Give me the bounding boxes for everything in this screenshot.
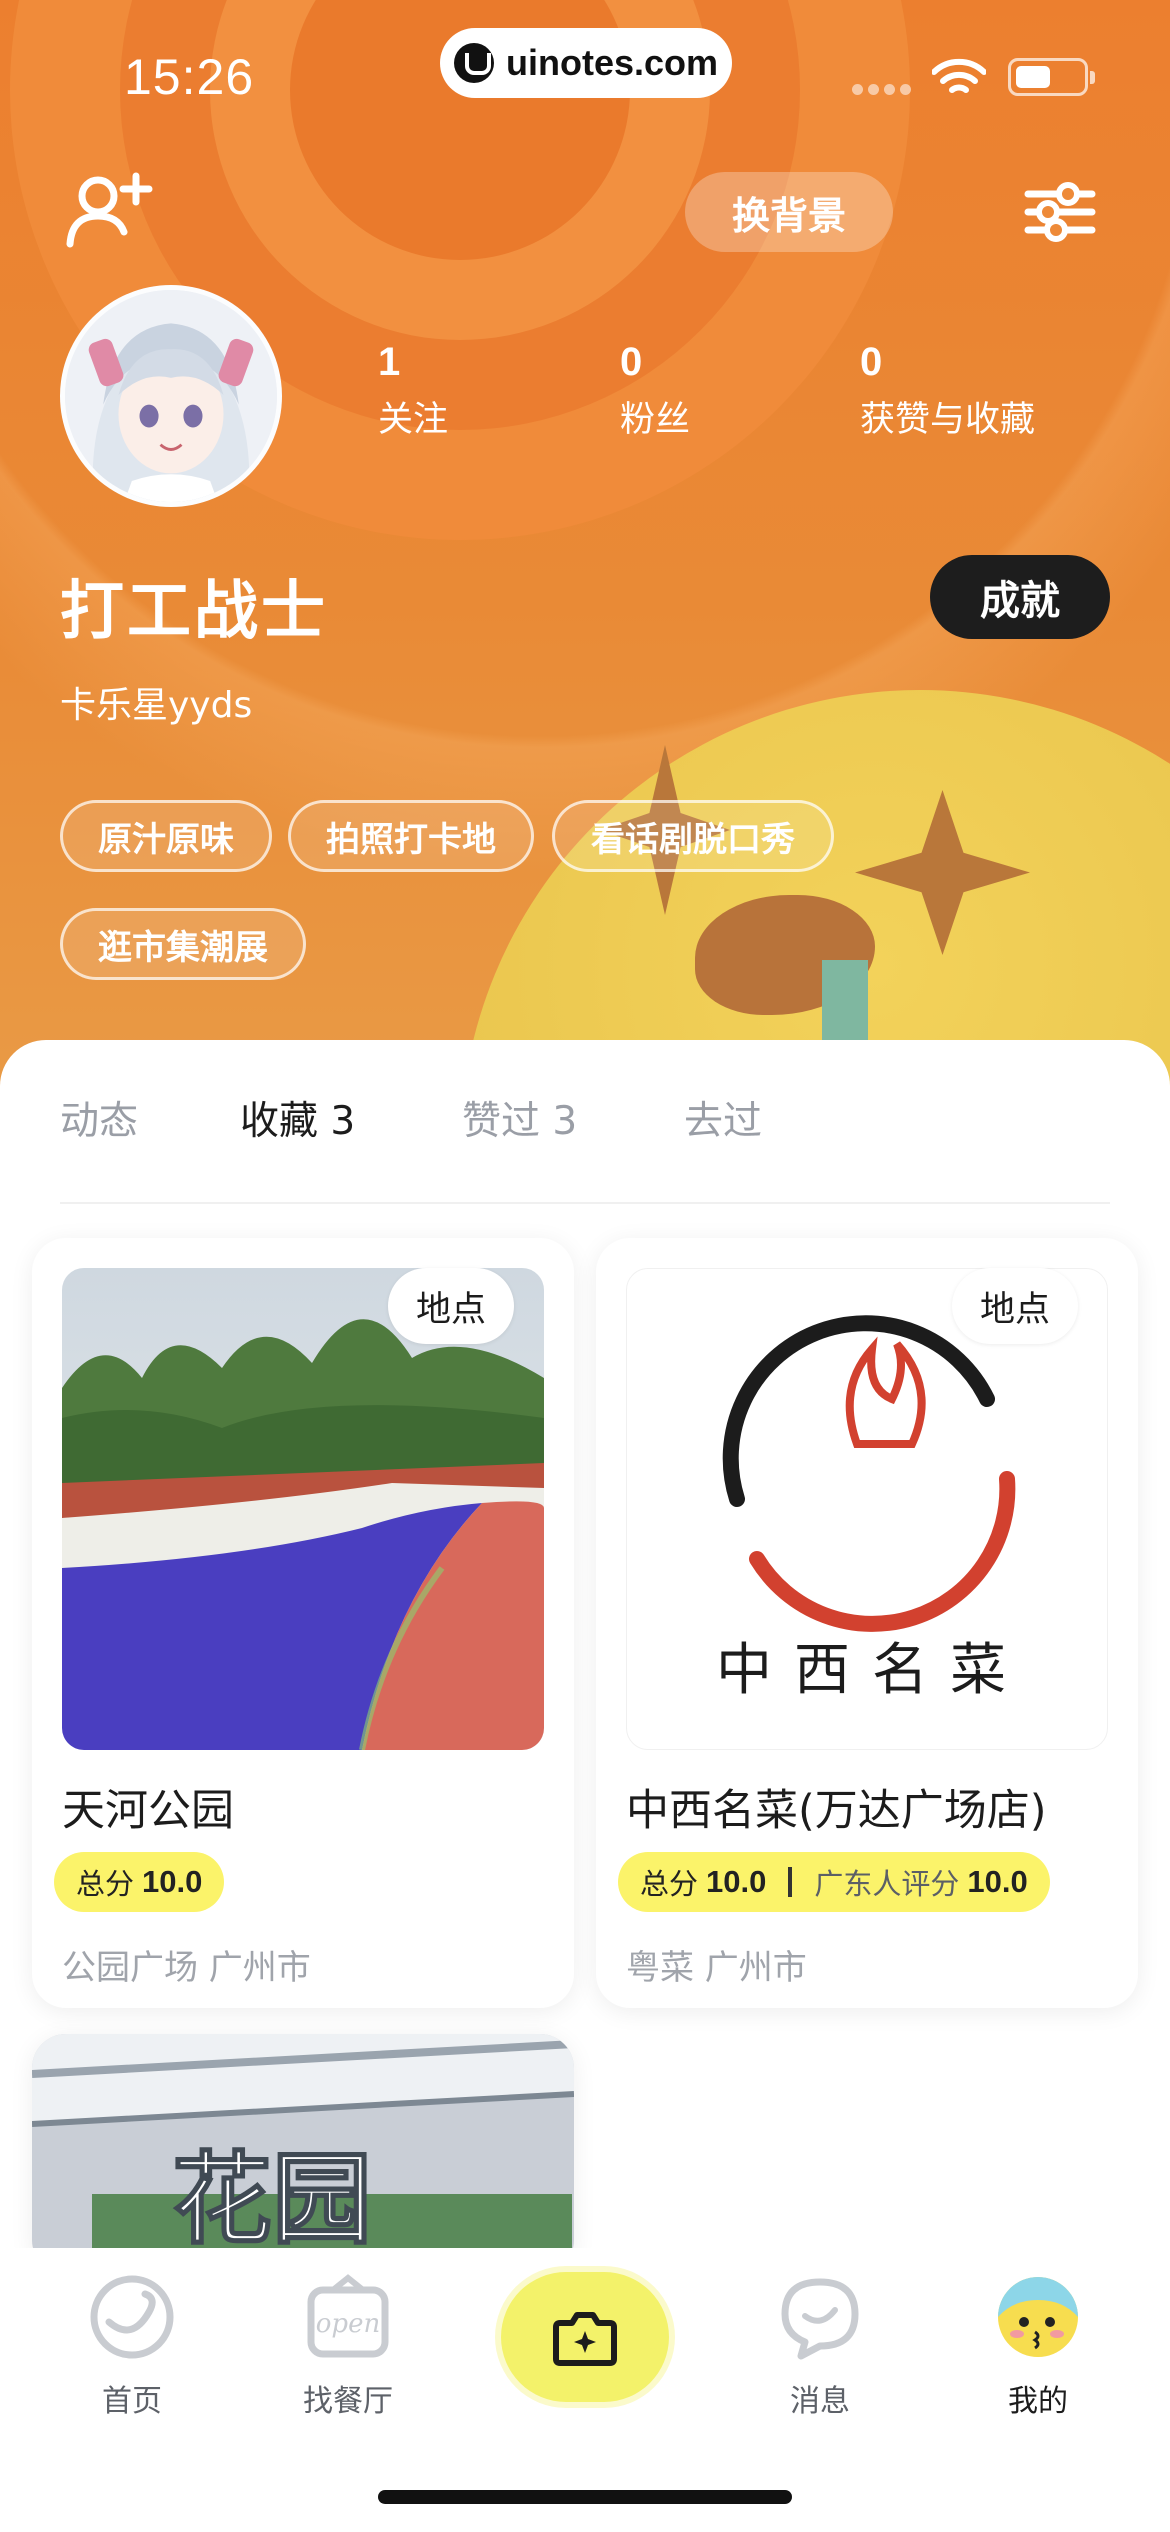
cellular-signal-icon [852,84,912,96]
interest-tag[interactable]: 逛市集潮展 [60,908,306,980]
location-badge: 地点 [952,1268,1078,1344]
stat-label: 获赞与收藏 [860,400,1036,440]
anime-girl-avatar-image [65,290,277,502]
nav-label: 消息 [790,2384,850,2419]
interest-tag[interactable]: 拍照打卡地 [288,800,534,872]
score-value: 10.0 [142,1864,203,1899]
uinotes-logo-icon [453,43,494,83]
battery-icon [1008,58,1095,96]
url-pill: uinotes.com [440,28,732,98]
nav-messages[interactable]: 消息 [750,2272,890,2420]
sign-text: 花园 [172,2141,372,2258]
profile-tabs: 动态 收藏 3 赞过 3 去过 [0,1090,1170,1150]
interest-tag[interactable]: 看话剧脱口秀 [552,800,834,872]
nav-label: 首页 [102,2384,162,2419]
stat-label: 粉丝 [620,400,691,440]
divider [60,1202,1110,1204]
stat-label: 关注 [378,400,449,440]
achievements-button[interactable]: 成就 [930,555,1110,639]
garden-sign-image: 花园 [32,2034,574,2274]
logo-caption: 中西名菜 [716,1638,1028,1703]
status-time: 15:26 [124,49,255,105]
score-separator [788,1867,793,1897]
stat-count: 0 [860,340,883,384]
interest-tag[interactable]: 原汁原味 [60,800,272,872]
local-score-value: 10.0 [967,1864,1028,1899]
place-name: 中西名菜(万达广场店) [626,1786,1047,1836]
nickname: 打工战士 [60,575,328,649]
camera-icon [553,2312,617,2366]
place-meta: 粤菜 广州市 [626,1948,807,1988]
svg-text:open: open [316,2309,380,2339]
wifi-icon [932,58,986,93]
url-text: uinotes.com [505,42,719,83]
score-badge: 总分 10.0 广东人评分 10.0 [618,1852,1050,1912]
nav-label: 找餐厅 [303,2384,393,2419]
tab-favorites[interactable]: 收藏 3 [240,1090,355,1146]
score-label: 总分 [76,1867,135,1901]
tab-posts[interactable]: 动态 [60,1090,138,1146]
profile-emoji-icon [998,2277,1078,2357]
camera-post-button[interactable] [501,2272,669,2402]
avatar[interactable] [60,285,282,507]
settings-sliders-icon[interactable] [1024,180,1096,244]
tab-liked[interactable]: 赞过 3 [462,1090,577,1146]
nav-home[interactable]: 首页 [62,2272,202,2420]
place-meta: 公园广场 广州市 [62,1948,311,1988]
home-indicator [378,2490,792,2504]
change-background-button[interactable]: 换背景 [685,172,893,252]
bio: 卡乐星yyds [60,685,253,726]
score-value: 10.0 [706,1864,767,1899]
stat-count: 0 [620,340,643,384]
stat-likes-and-saves[interactable]: 0 获赞与收藏 [860,340,1035,442]
score-label: 总分 [640,1867,699,1901]
nav-label: 我的 [1008,2384,1068,2419]
stat-followers[interactable]: 0 粉丝 [620,340,690,442]
favorite-card[interactable]: 地点 天河公园 总分 10.0 公园广场 广州市 [32,1238,574,2008]
stat-count: 1 [378,340,401,384]
local-score-label: 广东人评分 [814,1867,960,1901]
home-icon [90,2275,174,2359]
nav-profile[interactable]: 我的 [968,2272,1108,2420]
message-icon [781,2278,859,2360]
status-bar: 15:26 uinotes.com [0,0,1170,150]
stat-following[interactable]: 1 关注 [378,340,448,442]
nav-find-restaurant[interactable]: open 找餐厅 [278,2272,418,2420]
favorite-card[interactable]: 花园 [32,2034,574,2274]
favorite-card[interactable]: 中西名菜 地点 中西名菜(万达广场店) 总分 10.0 广东人评分 10.0 粤… [596,1238,1138,2008]
score-badge: 总分 10.0 [54,1852,225,1912]
location-badge: 地点 [388,1268,514,1344]
tab-visited[interactable]: 去过 [684,1090,762,1146]
add-friend-icon[interactable] [64,172,154,248]
place-name: 天河公园 [62,1786,234,1836]
open-sign-icon: open [307,2274,389,2358]
